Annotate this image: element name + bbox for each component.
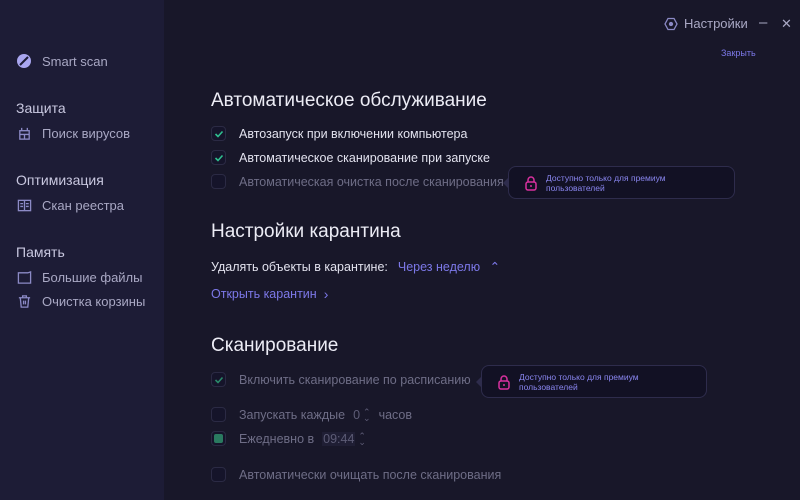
premium-tooltip-text: Доступно только для премиум пользователе…	[519, 371, 639, 392]
autoscan-checkbox-row[interactable]: Автоматическое сканирование при запуске	[211, 150, 490, 165]
autoclean-checkbox-row: Автоматическая очистка после сканировани…	[211, 174, 504, 189]
sidebar-item-recycle-bin[interactable]: Очистка корзины	[16, 293, 145, 309]
open-quarantine-label: Открыть карантин	[211, 287, 317, 301]
premium-tooltip: Доступно только для премиум пользователе…	[503, 166, 735, 199]
checkbox-disabled	[211, 174, 226, 189]
lock-icon	[496, 374, 512, 390]
sidebar-item-smart-scan[interactable]: Smart scan	[16, 53, 108, 69]
checkbox-label: Автоматически очищать после сканирования	[239, 467, 502, 482]
scan-title: Сканирование	[211, 335, 339, 356]
sidebar-item-label: Очистка корзины	[42, 293, 146, 309]
settings-button[interactable]: Настройки	[664, 16, 748, 31]
chevron-right-icon: ›	[323, 286, 329, 302]
checkbox-checked[interactable]	[211, 126, 226, 141]
open-quarantine-link[interactable]: Открыть карантин ›	[211, 286, 328, 302]
checkbox-label: Автоматическое сканирование при запуске	[239, 150, 490, 165]
book-icon	[16, 197, 32, 213]
daily-label: Ежедневно в	[239, 431, 315, 446]
sidebar-item-label: Скан реестра	[42, 197, 124, 213]
checkbox-checked[interactable]	[211, 150, 226, 165]
schedule-checkbox-row: Включить сканирование по расписанию	[211, 372, 471, 387]
lock-icon	[523, 175, 539, 191]
sidebar-section-protection: Защита	[16, 100, 66, 116]
stepper-value: 0	[353, 407, 361, 422]
dropdown-value: Через неделю	[397, 260, 481, 274]
checkbox-label: Включить сканирование по расписанию	[239, 372, 471, 387]
quarantine-title: Настройки карантина	[211, 221, 401, 242]
chevron-up-icon: ⌃	[489, 260, 501, 274]
sidebar-item-large-files[interactable]: Большие файлы	[16, 269, 142, 285]
sidebar-item-virus-scan[interactable]: Поиск вирусов	[16, 125, 130, 141]
sidebar-section-memory: Память	[16, 244, 65, 260]
time-stepper[interactable]: 09:44 ⌃ ⌄	[322, 430, 366, 447]
premium-tooltip-text: Доступно только для премиум пользователе…	[546, 172, 666, 193]
sidebar-section-optimization: Оптимизация	[16, 172, 104, 188]
checkbox-unchecked[interactable]	[211, 467, 226, 482]
hours-stepper[interactable]: 0 ⌃ ⌄	[353, 406, 371, 423]
auto-maintenance-title: Автоматическое обслуживание	[211, 90, 487, 111]
folder-icon	[16, 269, 32, 285]
bug-icon	[16, 125, 32, 141]
gear-icon	[664, 17, 678, 31]
settings-label: Настройки	[684, 16, 748, 31]
close-settings-link[interactable]: Закрыть	[721, 48, 756, 58]
stepper-arrows-icon: ⌃ ⌄	[358, 430, 366, 447]
auto-clean-after-scan-row: Автоматически очищать после сканирования	[211, 467, 501, 482]
run-every-row: Запускать каждые 0 ⌃ ⌄ часов	[211, 407, 412, 422]
quarantine-period-dropdown[interactable]: Через неделю ⌃	[398, 259, 500, 274]
quarantine-delete-label: Удалять объекты в карантине:	[211, 259, 388, 274]
premium-tooltip: Доступно только для премиум пользователе…	[476, 365, 707, 398]
sidebar-item-label: Smart scan	[42, 53, 108, 69]
sidebar: Smart scan Защита Поиск вирусов Оптимиза…	[0, 0, 164, 500]
checkbox-label: Автозапуск при включении компьютера	[239, 126, 468, 141]
autostart-checkbox-row[interactable]: Автозапуск при включении компьютера	[211, 126, 467, 141]
stepper-value: 09:44	[322, 431, 356, 446]
daily-row: Ежедневно в 09:44 ⌃ ⌄	[211, 431, 374, 446]
close-window-button[interactable]: ✕	[781, 16, 792, 32]
run-every-label: Запускать каждые	[239, 407, 346, 422]
sidebar-item-label: Большие файлы	[42, 269, 143, 285]
stepper-arrows-icon: ⌃ ⌄	[363, 406, 371, 423]
hours-unit-label: часов	[378, 407, 413, 422]
checkbox-checked-disabled	[211, 372, 226, 387]
sidebar-item-registry-scan[interactable]: Скан реестра	[16, 197, 124, 213]
minimize-button[interactable]: –	[759, 14, 767, 31]
checkbox-label: Автоматическая очистка после сканировани…	[239, 174, 504, 189]
sidebar-item-label: Поиск вирусов	[42, 125, 131, 141]
radio-checked[interactable]	[211, 431, 226, 446]
smart-scan-icon	[16, 53, 32, 69]
quarantine-delete-row: Удалять объекты в карантине: Через недел…	[211, 259, 500, 275]
trash-icon	[16, 293, 32, 309]
radio-unchecked[interactable]	[211, 407, 226, 422]
